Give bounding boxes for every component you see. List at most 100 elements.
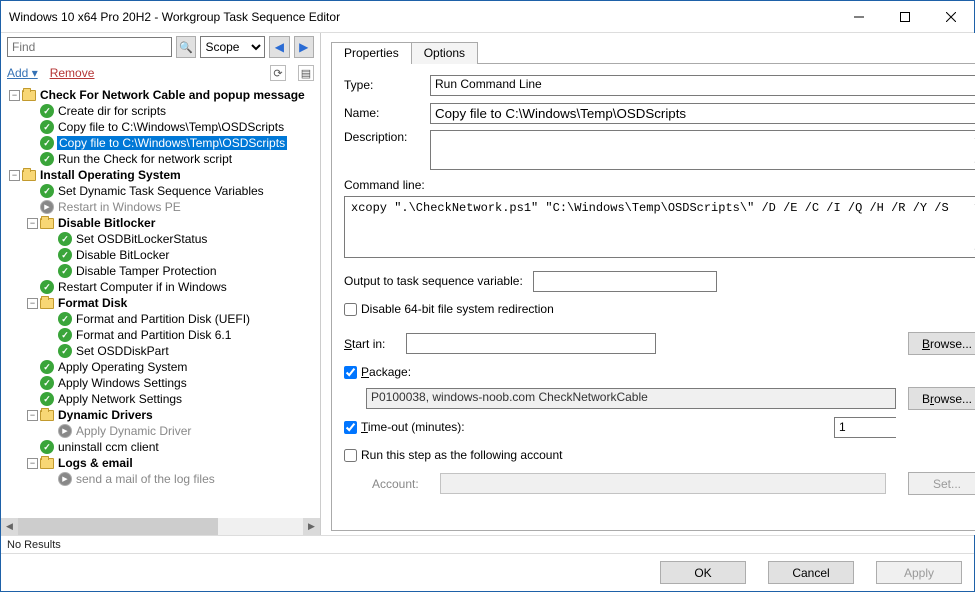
expander-icon[interactable]: −: [9, 90, 20, 101]
minimize-button[interactable]: [836, 1, 882, 32]
expander-icon: [27, 122, 38, 133]
expander-icon[interactable]: −: [9, 170, 20, 181]
tree-node[interactable]: Set OSDBitLockerStatus: [1, 231, 320, 247]
add-remove-toolbar: Add ▾ Remove ⟳ ▤: [1, 61, 320, 85]
expander-icon: [45, 234, 56, 245]
next-button[interactable]: ▶: [294, 36, 314, 58]
runas-checkbox[interactable]: [344, 449, 357, 462]
type-field: Run Command Line: [430, 75, 975, 96]
tree-node[interactable]: −Disable Bitlocker: [1, 215, 320, 231]
add-link[interactable]: Add ▾: [7, 66, 38, 80]
runas-label: Run this step as the following account: [361, 448, 562, 462]
tree-node[interactable]: Restart in Windows PE: [1, 199, 320, 215]
type-label: Type:: [344, 78, 430, 92]
expander-icon: [27, 106, 38, 117]
window-title: Windows 10 x64 Pro 20H2 - Workgroup Task…: [9, 10, 836, 24]
find-toolbar: 🔍 Scope ◀ ▶: [1, 33, 320, 61]
tree-node[interactable]: Copy file to C:\Windows\Temp\OSDScripts: [1, 135, 320, 151]
folder-icon: [40, 218, 54, 229]
find-input[interactable]: [7, 37, 172, 57]
check-icon: [40, 360, 54, 374]
ok-button[interactable]: OK: [660, 561, 746, 584]
horizontal-scrollbar[interactable]: ◀ ▶: [1, 518, 320, 535]
scope-select[interactable]: Scope: [200, 36, 265, 58]
tree-node[interactable]: Format and Partition Disk 6.1: [1, 327, 320, 343]
tree-node[interactable]: Apply Windows Settings: [1, 375, 320, 391]
tree-node-label: Create dir for scripts: [57, 104, 167, 118]
tree-node-label: Restart Computer if in Windows: [57, 280, 228, 294]
tree-node-label: Set OSDBitLockerStatus: [75, 232, 208, 246]
expander-icon: [45, 426, 56, 437]
cancel-button[interactable]: Cancel: [768, 561, 854, 584]
commandline-label: Command line:: [344, 178, 975, 192]
expander-icon: [27, 394, 38, 405]
search-button[interactable]: 🔍: [176, 36, 196, 58]
tool-icon-2[interactable]: ▤: [298, 65, 314, 81]
description-field[interactable]: ▴▾: [430, 130, 975, 170]
tree-node[interactable]: Restart Computer if in Windows: [1, 279, 320, 295]
expander-icon: [45, 474, 56, 485]
close-button[interactable]: [928, 1, 974, 32]
tree-node[interactable]: Apply Dynamic Driver: [1, 423, 320, 439]
scroll-thumb[interactable]: [18, 518, 218, 535]
tool-icon-1[interactable]: ⟳: [270, 65, 286, 81]
tree-node[interactable]: Copy file to C:\Windows\Temp\OSDScripts: [1, 119, 320, 135]
check-icon: [40, 392, 54, 406]
tree-node[interactable]: Run the Check for network script: [1, 151, 320, 167]
name-field[interactable]: [430, 103, 975, 124]
tree-node[interactable]: Set Dynamic Task Sequence Variables: [1, 183, 320, 199]
check-icon: [40, 120, 54, 134]
timeout-spinner[interactable]: ▲▼: [834, 417, 896, 438]
expander-icon[interactable]: −: [27, 218, 38, 229]
set-account-button: Set...: [908, 472, 975, 495]
tree-node[interactable]: Apply Network Settings: [1, 391, 320, 407]
expander-icon[interactable]: −: [27, 458, 38, 469]
expander-icon: [45, 266, 56, 277]
tree-node-label: Logs & email: [57, 456, 134, 470]
commandline-field[interactable]: xcopy ".\CheckNetwork.ps1" "C:\Windows\T…: [344, 196, 975, 258]
tree-node[interactable]: Disable BitLocker: [1, 247, 320, 263]
tree-node-label: uninstall ccm client: [57, 440, 160, 454]
check-icon: [58, 232, 72, 246]
package-checkbox[interactable]: [344, 366, 357, 379]
prev-button[interactable]: ◀: [269, 36, 289, 58]
tree-node[interactable]: uninstall ccm client: [1, 439, 320, 455]
timeout-checkbox[interactable]: [344, 421, 357, 434]
disable64-label: Disable 64-bit file system redirection: [361, 302, 554, 316]
folder-icon: [40, 458, 54, 469]
startin-field[interactable]: [406, 333, 656, 354]
tab-properties[interactable]: Properties: [331, 42, 412, 64]
maximize-button[interactable]: [882, 1, 928, 32]
scroll-right-button[interactable]: ▶: [303, 518, 320, 535]
expander-icon: [45, 346, 56, 357]
tree-node[interactable]: send a mail of the log files: [1, 471, 320, 487]
tab-options[interactable]: Options: [411, 42, 478, 64]
disable64-checkbox[interactable]: [344, 303, 357, 316]
tree-node[interactable]: Disable Tamper Protection: [1, 263, 320, 279]
tree-node[interactable]: − Logs & email: [1, 455, 320, 471]
browse-package-button[interactable]: Browse...: [908, 387, 975, 410]
timeout-value[interactable]: [835, 418, 975, 437]
tree-node[interactable]: − Install Operating System: [1, 167, 320, 183]
tree-node[interactable]: −Check For Network Cable and popup messa…: [1, 87, 320, 103]
check-icon: [58, 344, 72, 358]
expander-icon[interactable]: −: [27, 298, 38, 309]
expander-icon[interactable]: −: [27, 410, 38, 421]
scroll-left-button[interactable]: ◀: [1, 518, 18, 535]
remove-link[interactable]: Remove: [50, 66, 95, 80]
task-tree[interactable]: −Check For Network Cable and popup messa…: [1, 85, 320, 518]
browse-startin-button[interactable]: Browse...: [908, 332, 975, 355]
tree-node[interactable]: Format and Partition Disk (UEFI): [1, 311, 320, 327]
properties-panel: Type: Run Command Line Name: Description…: [331, 63, 975, 531]
tree-node[interactable]: Apply Operating System: [1, 359, 320, 375]
tree-node[interactable]: Set OSDDiskPart: [1, 343, 320, 359]
tree-node-label: Format and Partition Disk (UEFI): [75, 312, 251, 326]
outputvar-field[interactable]: [533, 271, 717, 292]
expander-icon: [27, 282, 38, 293]
folder-icon: [22, 170, 36, 181]
tree-node[interactable]: Create dir for scripts: [1, 103, 320, 119]
tree-node[interactable]: −Format Disk: [1, 295, 320, 311]
tree-node-label: Install Operating System: [39, 168, 182, 182]
account-field: [440, 473, 886, 494]
tree-node[interactable]: −Dynamic Drivers: [1, 407, 320, 423]
